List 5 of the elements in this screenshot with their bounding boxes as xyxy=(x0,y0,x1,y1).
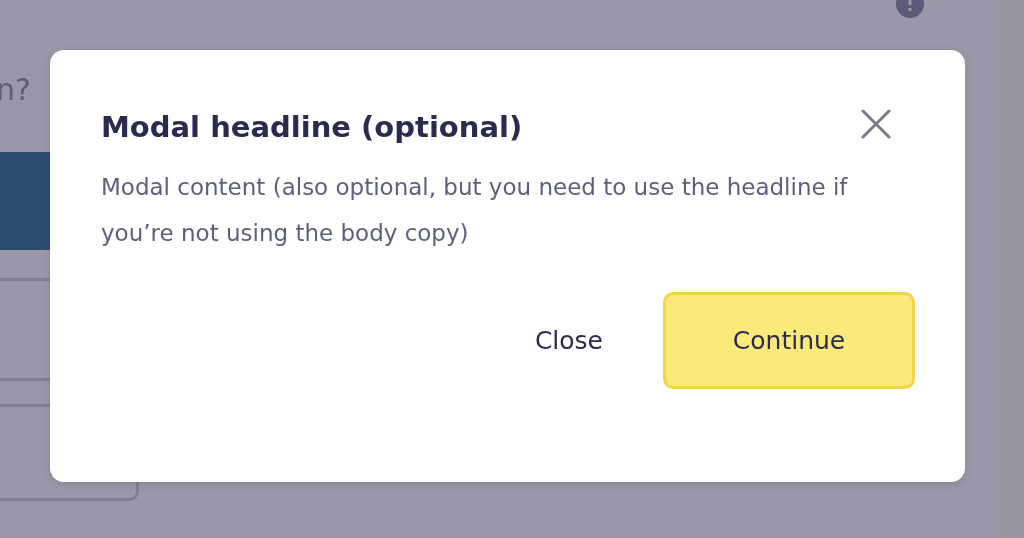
modal-content: Modal content (also optional, but you need to use the headline if you’re not using the body copy) xyxy=(101,173,849,248)
modal-headline: Modal headline (optional) xyxy=(101,110,523,144)
close-button[interactable]: Close xyxy=(514,292,623,389)
close-icon[interactable] xyxy=(861,109,891,139)
continue-button[interactable]: Continue xyxy=(663,292,915,389)
